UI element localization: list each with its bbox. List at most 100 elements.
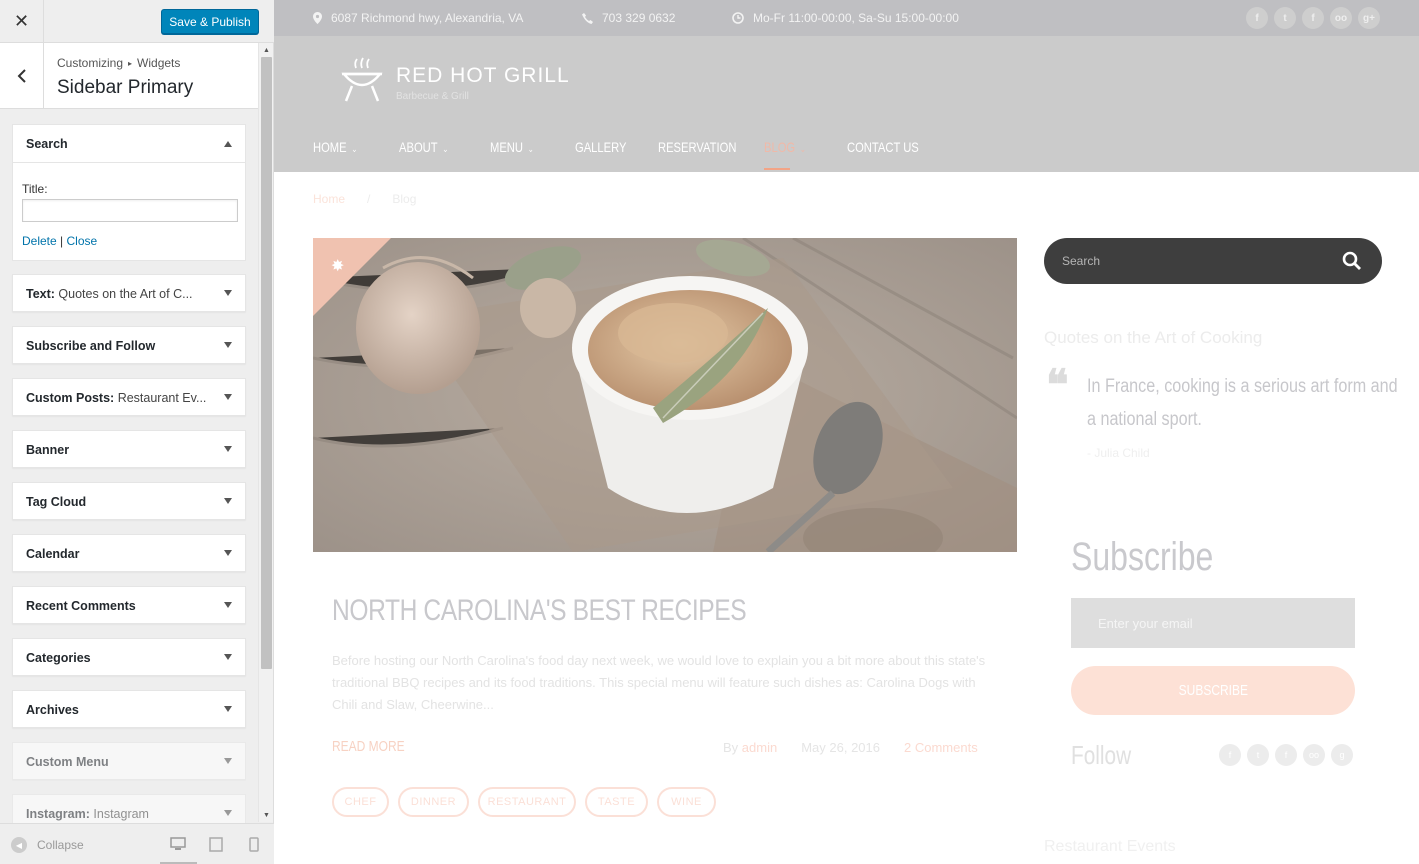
nav-item-blog[interactable]: BLOG ⌄	[764, 139, 806, 155]
nav-item-home[interactable]: HOME ⌄	[313, 139, 357, 155]
scroll-down-icon[interactable]: ▼	[259, 808, 274, 822]
action-separator: |	[60, 234, 64, 248]
close-widget-link[interactable]: Close	[67, 234, 98, 248]
nav-item-reservation[interactable]: RESERVATION	[658, 139, 736, 155]
breadcrumb-root: Customizing	[57, 56, 124, 70]
collapse-arrow-icon[interactable]	[224, 141, 232, 147]
tripadvisor-icon[interactable]: oo	[1303, 744, 1325, 766]
nav-item-gallery[interactable]: GALLERY	[575, 139, 626, 155]
twitter-icon[interactable]: t	[1247, 744, 1269, 766]
grill-logo-icon[interactable]	[338, 56, 386, 102]
customizer-topbar: ✕ Save & Publish	[0, 0, 274, 43]
nav-label: BLOG	[764, 139, 796, 155]
expand-arrow-icon[interactable]	[224, 498, 232, 504]
scroll-up-icon[interactable]: ▲	[259, 43, 274, 57]
expand-arrow-icon[interactable]	[224, 706, 232, 712]
google-plus-icon[interactable]: g+	[1358, 7, 1380, 29]
nav-label: CONTACT US	[847, 139, 919, 155]
widget-search-header[interactable]: Search	[13, 125, 245, 163]
save-publish-button[interactable]: Save & Publish	[161, 9, 259, 34]
widget-recent-comments[interactable]: Recent Comments	[12, 586, 246, 624]
sidebar-search[interactable]: Search	[1044, 238, 1382, 284]
mobile-preview-icon[interactable]	[249, 837, 259, 852]
widget-banner[interactable]: Banner	[12, 430, 246, 468]
widget-instagram[interactable]: Instagram: Instagram	[12, 794, 246, 824]
close-customizer-button[interactable]: ✕	[0, 0, 44, 43]
post-featured-image[interactable]	[313, 238, 1017, 552]
tablet-preview-icon[interactable]	[209, 837, 223, 852]
widget-title: Calendar	[26, 547, 80, 561]
widget-calendar[interactable]: Calendar	[12, 534, 246, 572]
post-meta: By admin May 26, 2016 2 Comments	[723, 740, 978, 755]
facebook-icon[interactable]: f	[1275, 744, 1297, 766]
post-author-link[interactable]: admin	[742, 740, 777, 755]
expand-arrow-icon[interactable]	[224, 446, 232, 452]
section-header: Customizing ▸ Widgets Sidebar Primary	[0, 43, 258, 109]
expand-arrow-icon[interactable]	[224, 550, 232, 556]
chevron-down-icon: ⌄	[351, 144, 358, 154]
post-comments-link[interactable]: 2 Comments	[904, 740, 978, 755]
foursquare-icon[interactable]: f	[1246, 7, 1268, 29]
subscribe-title: Subscribe	[1071, 535, 1214, 579]
widget-type: Text	[26, 287, 51, 301]
post-title[interactable]: NORTH CAROLINA'S BEST RECIPES	[332, 594, 747, 628]
address-text: 6087 Richmond hwy, Alexandria, VA	[331, 11, 524, 25]
google-plus-icon[interactable]: g	[1331, 744, 1353, 766]
desktop-preview-icon[interactable]	[170, 837, 186, 851]
tag-taste[interactable]: TASTE	[585, 787, 648, 817]
subscribe-button[interactable]: SUBSCRIBE	[1071, 666, 1355, 715]
widget-tag-cloud[interactable]: Tag Cloud	[12, 482, 246, 520]
tag-wine[interactable]: WINE	[657, 787, 716, 817]
breadcrumb-current: Blog	[392, 192, 417, 206]
nav-label: RESERVATION	[658, 139, 737, 155]
expand-arrow-icon[interactable]	[224, 290, 232, 296]
nav-item-contact[interactable]: CONTACT US	[847, 139, 919, 155]
read-more-link[interactable]: READ MORE	[332, 738, 405, 755]
nav-item-menu[interactable]: MENU ⌄	[490, 139, 534, 155]
breadcrumb-separator: /	[367, 192, 371, 206]
widget-title: Instagram: Instagram	[26, 807, 149, 821]
breadcrumb: Customizing ▸ Widgets	[57, 56, 180, 70]
expand-arrow-icon[interactable]	[224, 810, 232, 816]
facebook-icon[interactable]: f	[1302, 7, 1324, 29]
tag-restaurant[interactable]: RESTAURANT	[478, 787, 576, 817]
post-excerpt: Before hosting our North Carolina's food…	[332, 653, 986, 712]
search-icon[interactable]	[1342, 251, 1362, 271]
address-info: 6087 Richmond hwy, Alexandria, VA	[313, 11, 523, 25]
title-field-label: Title:	[22, 182, 48, 196]
tag-dinner[interactable]: DINNER	[398, 787, 469, 817]
site-name[interactable]: RED HOT GRILL	[396, 64, 570, 88]
site-tagline: Barbecue & Grill	[396, 91, 469, 102]
nav-item-about[interactable]: ABOUT ⌄	[399, 139, 448, 155]
widget-title-input[interactable]	[22, 199, 238, 222]
delete-widget-link[interactable]: Delete	[22, 234, 57, 248]
expand-arrow-icon[interactable]	[224, 758, 232, 764]
widget-categories[interactable]: Categories	[12, 638, 246, 676]
chevron-left-icon	[17, 69, 26, 83]
twitter-icon[interactable]: t	[1274, 7, 1296, 29]
widget-text[interactable]: Text: Quotes on the Art of C...	[12, 274, 246, 312]
post-date: May 26, 2016	[801, 740, 880, 755]
scrollbar-thumb[interactable]	[261, 57, 272, 669]
tripadvisor-icon[interactable]: oo	[1330, 7, 1352, 29]
breadcrumb-home-link[interactable]: Home	[313, 192, 345, 206]
panel-scrollbar[interactable]: ▲ ▼	[258, 43, 273, 822]
expand-arrow-icon[interactable]	[224, 654, 232, 660]
widget-custom-menu[interactable]: Custom Menu	[12, 742, 246, 780]
featured-corner-badge	[313, 238, 391, 316]
foursquare-icon[interactable]: f	[1219, 744, 1241, 766]
site-preview: 6087 Richmond hwy, Alexandria, VA 703 32…	[274, 0, 1419, 864]
widget-custom-posts[interactable]: Custom Posts: Restaurant Ev...	[12, 378, 246, 416]
search-input[interactable]: Search	[1062, 254, 1100, 268]
widget-archives[interactable]: Archives	[12, 690, 246, 728]
expand-arrow-icon[interactable]	[224, 602, 232, 608]
expand-arrow-icon[interactable]	[224, 342, 232, 348]
meta-by: By	[723, 740, 739, 755]
collapse-button[interactable]: ◀ Collapse	[11, 837, 84, 853]
expand-arrow-icon[interactable]	[224, 394, 232, 400]
email-field[interactable]: Enter your email	[1071, 598, 1355, 648]
tag-chef[interactable]: CHEF	[332, 787, 389, 817]
back-button[interactable]	[0, 43, 44, 109]
widget-subscribe-follow[interactable]: Subscribe and Follow	[12, 326, 246, 364]
widget-title: Search	[26, 137, 68, 151]
